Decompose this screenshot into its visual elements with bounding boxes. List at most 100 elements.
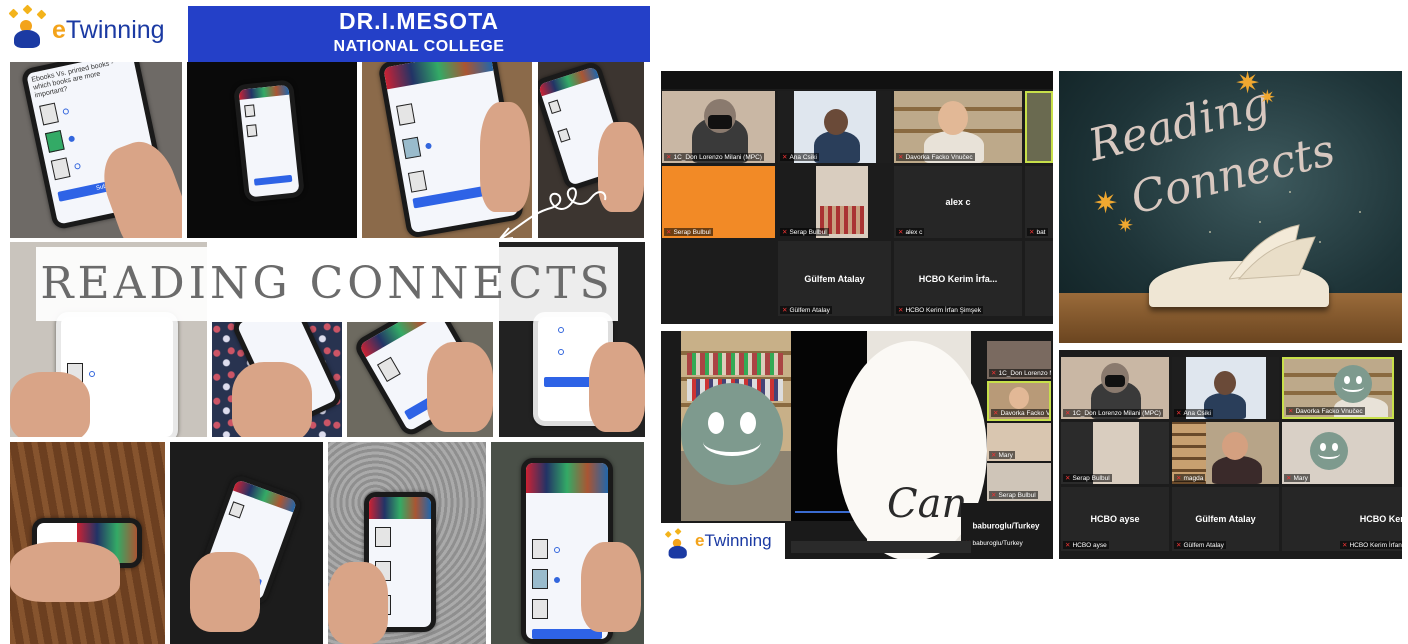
muted-mic-icon: ✕ bbox=[666, 229, 672, 236]
video-tile[interactable]: ✕1C_Don Lorenzo Mila... bbox=[987, 341, 1051, 379]
participant-label: ✕ Serap Bulbul bbox=[1063, 474, 1112, 482]
video-tile[interactable]: ✕ Ana Csiki bbox=[778, 91, 891, 163]
video-tile[interactable]: ✕ Davorka Facko Vnučec bbox=[894, 91, 1022, 163]
participant-label: ✕ magda bbox=[1174, 474, 1206, 482]
video-tile[interactable]: ✕ magda bbox=[1172, 422, 1279, 484]
muted-mic-icon: ✕ bbox=[782, 229, 788, 236]
photo-phone-1: Ebooks Vs. printed books - which books a… bbox=[10, 62, 182, 238]
photo-phone-7 bbox=[347, 322, 493, 437]
phone-question: Ebooks Vs. printed books - which books a… bbox=[30, 62, 115, 100]
video-tile[interactable]: ✕ bat bbox=[1025, 166, 1053, 238]
book-pages-icon bbox=[1229, 224, 1316, 280]
participant-display-name: HCBO Kerim İrfa... bbox=[918, 273, 998, 284]
shared-slide: Can bbox=[837, 331, 987, 559]
participant-label: ✕Davorka Facko Vnučec bbox=[991, 409, 1049, 417]
participant-label: ✕ Ana Csiki bbox=[1174, 409, 1213, 417]
video-tile[interactable]: HCBO Kerim ✕HCBO Kerim İrfan Şimşek bbox=[1282, 487, 1402, 551]
video-tile[interactable]: ✕ Serap Bulbul bbox=[987, 463, 1051, 501]
logo-prefix: e bbox=[52, 15, 66, 44]
taskbar bbox=[791, 541, 971, 553]
participant-display-name: Gülfem Atalay bbox=[804, 273, 865, 284]
etwinning-logo: eTwinning bbox=[661, 523, 785, 559]
reading-connects-poster: Reading Connects ✷ ✷ ✷ ✷ bbox=[1059, 71, 1402, 343]
muted-mic-icon: ✕ bbox=[991, 492, 997, 499]
logo-text: Twinning bbox=[65, 15, 165, 44]
smiley-face-icon bbox=[1310, 432, 1348, 470]
video-tile[interactable]: ✕ Mary bbox=[1282, 422, 1394, 484]
muted-mic-icon: ✕ bbox=[898, 154, 904, 161]
muted-mic-icon: ✕ bbox=[991, 370, 997, 377]
photo-phone-9 bbox=[10, 442, 165, 644]
photo-phone-12 bbox=[491, 442, 644, 644]
photo-phone-2 bbox=[187, 62, 357, 238]
participant-label: ✕ 1C_Don Lorenzo Milani (MPC) bbox=[664, 153, 764, 161]
video-tile[interactable]: baburoglu/Turkey ✕baburoglu/Turkey bbox=[961, 503, 1051, 549]
muted-mic-icon: ✕ bbox=[1176, 475, 1182, 482]
muted-mic-icon: ✕ bbox=[1065, 410, 1071, 417]
video-tile-active-speaker[interactable]: ✕Davorka Facko Vnučec bbox=[1282, 357, 1394, 419]
video-tile[interactable]: ✕ 1C_Don Lorenzo Milani (MPC) bbox=[1061, 357, 1169, 419]
college-name-line1: DR.I.MESOTA bbox=[338, 8, 500, 34]
video-tile-active-speaker[interactable] bbox=[1025, 91, 1053, 163]
participant-label: ✕Davorka Facko Vnučec bbox=[896, 153, 975, 161]
video-tile[interactable]: ✕ 1C_Don Lorenzo Milani (MPC) bbox=[662, 91, 775, 163]
muted-mic-icon: ✕ bbox=[1065, 475, 1071, 482]
muted-mic-icon: ✕ bbox=[898, 229, 904, 236]
muted-mic-icon: ✕ bbox=[782, 154, 788, 161]
muted-mic-icon: ✕ bbox=[666, 154, 672, 161]
muted-mic-icon: ✕ bbox=[898, 307, 904, 314]
muted-mic-icon: ✕ bbox=[1176, 542, 1182, 549]
swirl-arrow-icon bbox=[498, 187, 607, 241]
smiley-face-icon bbox=[681, 383, 783, 485]
muted-mic-icon: ✕ bbox=[1286, 475, 1292, 482]
video-tile[interactable]: HCBO Kerim İrfa... ✕ HCBO Kerim İrfan Şim… bbox=[894, 241, 1022, 316]
participant-label: ✕ Gülfem Atalay bbox=[780, 306, 832, 314]
muted-mic-icon: ✕ bbox=[1342, 542, 1348, 549]
star-sparkle-icon: ✷ bbox=[1259, 87, 1276, 109]
video-tile[interactable]: ✕ Serap Bulbul bbox=[662, 166, 775, 238]
participant-label: ✕ Gülfem Atalay bbox=[1174, 541, 1226, 549]
participant-display-name: alex c bbox=[945, 197, 971, 207]
video-tile[interactable]: HCBO ayse ✕ HCBO ayse bbox=[1061, 487, 1169, 551]
star-sparkle-icon: ✷ bbox=[1093, 187, 1119, 220]
zoom-gallery-bottom: ✕ 1C_Don Lorenzo Milani (MPC) ✕ Ana Csiki … bbox=[1059, 350, 1402, 559]
video-tile[interactable]: Gülfem Atalay ✕ Gülfem Atalay bbox=[1172, 487, 1279, 551]
video-tile[interactable]: ✕ Ana Csiki bbox=[1172, 357, 1279, 419]
college-banner: DR.I.MESOTA NATIONAL COLLEGE bbox=[188, 6, 650, 62]
photo-phone-10 bbox=[170, 442, 323, 644]
video-tile[interactable]: ✕ Mary bbox=[987, 423, 1051, 461]
video-tile[interactable]: Gülfem Atalay ✕ Gülfem Atalay bbox=[778, 241, 891, 316]
logo-text: Twinning bbox=[704, 531, 772, 550]
participant-label: ✕ HCBO ayse bbox=[1063, 541, 1109, 549]
muted-mic-icon: ✕ bbox=[1029, 229, 1035, 236]
participant-label: ✕ Ana Csiki bbox=[780, 153, 819, 161]
participant-label: ✕ Serap Bulbul bbox=[780, 228, 829, 236]
muted-mic-icon: ✕ bbox=[782, 307, 788, 314]
participant-label: ✕baburoglu/Turkey bbox=[963, 539, 1025, 547]
participant-label: ✕ Mary bbox=[989, 451, 1015, 459]
college-name-line2: NATIONAL COLLEGE bbox=[333, 38, 505, 55]
star-sparkle-icon: ✷ bbox=[1235, 71, 1261, 100]
video-tile[interactable]: ✕ Serap Bulbul bbox=[1061, 422, 1169, 484]
participant-display-name: Gülfem Atalay bbox=[1195, 514, 1256, 524]
participant-label: ✕ Serap Bulbul bbox=[989, 491, 1038, 499]
muted-mic-icon: ✕ bbox=[991, 452, 997, 459]
participant-label: ✕1C_Don Lorenzo Mila... bbox=[989, 369, 1051, 377]
participant-label: ✕ bat bbox=[1027, 228, 1048, 236]
reading-connects-banner: READING CONNECTS bbox=[36, 247, 618, 321]
participant-label: ✕ Serap Bulbul bbox=[664, 228, 713, 236]
participant-display-name: baburoglu/Turkey bbox=[972, 521, 1040, 531]
video-tile[interactable]: alex c ✕ alex c bbox=[894, 166, 1022, 238]
muted-mic-icon: ✕ bbox=[1065, 542, 1071, 549]
video-tile[interactable]: ✕ Serap Bulbul bbox=[778, 166, 891, 238]
participant-display-name: HCBO ayse bbox=[1090, 514, 1140, 524]
participant-label: ✕HCBO Kerim İrfan Şimşek bbox=[896, 306, 983, 314]
etwinning-logo: eTwinning bbox=[6, 4, 165, 52]
zoom-screen-share: Can ✕1C_Don Lorenzo Mila... ✕Davorka Fac… bbox=[661, 331, 1053, 559]
participant-label: ✕Davorka Facko Vnučec bbox=[1286, 407, 1365, 415]
photo-phone-11 bbox=[328, 442, 486, 644]
slide-handwriting: Can bbox=[887, 481, 968, 527]
video-tile[interactable] bbox=[1025, 241, 1053, 316]
video-tile-active-speaker[interactable]: ✕Davorka Facko Vnučec bbox=[987, 381, 1051, 421]
muted-mic-icon: ✕ bbox=[1176, 410, 1182, 417]
